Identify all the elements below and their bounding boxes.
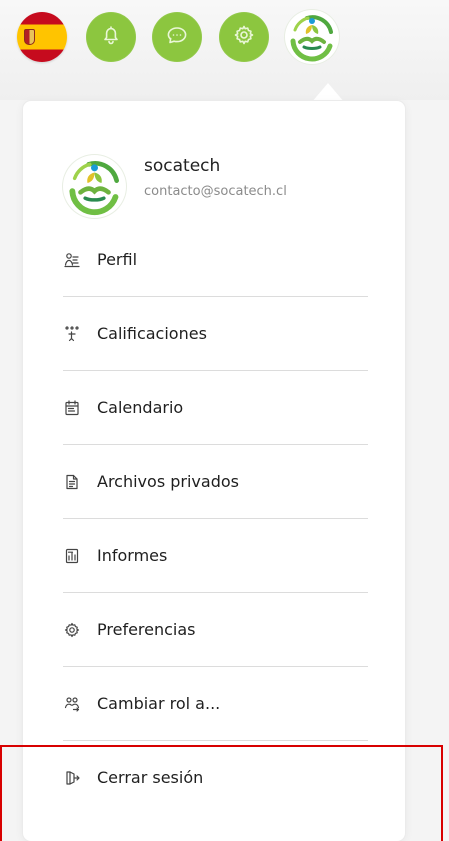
user-email: contacto@socatech.cl xyxy=(144,184,287,199)
calendar-icon xyxy=(63,399,81,417)
profile-icon xyxy=(63,251,81,269)
menu-item-label: Calificaciones xyxy=(97,324,207,343)
preferences-icon xyxy=(63,621,81,639)
menu-item-cerrar-sesion: Cerrar sesión xyxy=(63,741,368,815)
menu-item-label: Archivos privados xyxy=(97,472,239,491)
settings-button[interactable] xyxy=(219,12,269,62)
menu-item-label: Cambiar rol a... xyxy=(97,694,221,713)
logout-icon xyxy=(63,769,81,787)
grades-icon xyxy=(63,325,81,343)
menu-item-calendario: Calendario xyxy=(63,371,368,445)
archivos-privados-link[interactable]: Archivos privados xyxy=(63,445,368,518)
user-avatar xyxy=(63,155,126,218)
bell-icon xyxy=(99,23,123,51)
cambiar-rol-link[interactable]: Cambiar rol a... xyxy=(63,667,368,740)
socatech-logo-icon xyxy=(63,155,126,218)
calendario-link[interactable]: Calendario xyxy=(63,371,368,444)
calificaciones-link[interactable]: Calificaciones xyxy=(63,297,368,370)
socatech-logo-icon xyxy=(285,10,339,64)
spain-flag-icon[interactable] xyxy=(17,12,67,62)
menu-item-informes: Informes xyxy=(63,519,368,593)
private-files-icon xyxy=(63,473,81,491)
menu-item-label: Cerrar sesión xyxy=(97,768,204,787)
user-summary: socatech contacto@socatech.cl xyxy=(63,155,363,218)
user-menu-screen: socatech contacto@socatech.cl Perfil Cal… xyxy=(0,0,449,841)
reports-icon xyxy=(63,547,81,565)
background-page-edge xyxy=(0,389,5,437)
gear-icon xyxy=(232,23,256,51)
informes-link[interactable]: Informes xyxy=(63,519,368,592)
notifications-button[interactable] xyxy=(86,12,136,62)
menu-item-preferencias: Preferencias xyxy=(63,593,368,667)
preferencias-link[interactable]: Preferencias xyxy=(63,593,368,666)
menu-item-cambiar-rol: Cambiar rol a... xyxy=(63,667,368,741)
menu-item-label: Informes xyxy=(97,546,168,565)
menu-item-archivos-privados: Archivos privados xyxy=(63,445,368,519)
user-menu-list: Perfil Calificaciones Calendario Archivo… xyxy=(63,223,368,815)
menu-item-label: Perfil xyxy=(97,250,138,269)
messages-button[interactable] xyxy=(152,12,202,62)
menu-item-calificaciones: Calificaciones xyxy=(63,297,368,371)
perfil-link[interactable]: Perfil xyxy=(63,223,368,296)
cerrar-sesion-link[interactable]: Cerrar sesión xyxy=(63,741,368,814)
spain-coat-of-arms-icon xyxy=(24,29,35,45)
account-avatar-button[interactable] xyxy=(285,10,339,64)
switch-role-icon xyxy=(63,695,81,713)
menu-item-label: Preferencias xyxy=(97,620,196,639)
menu-item-label: Calendario xyxy=(97,398,184,417)
menu-item-perfil: Perfil xyxy=(63,223,368,297)
user-name: socatech xyxy=(144,156,221,176)
chat-icon xyxy=(165,23,189,51)
